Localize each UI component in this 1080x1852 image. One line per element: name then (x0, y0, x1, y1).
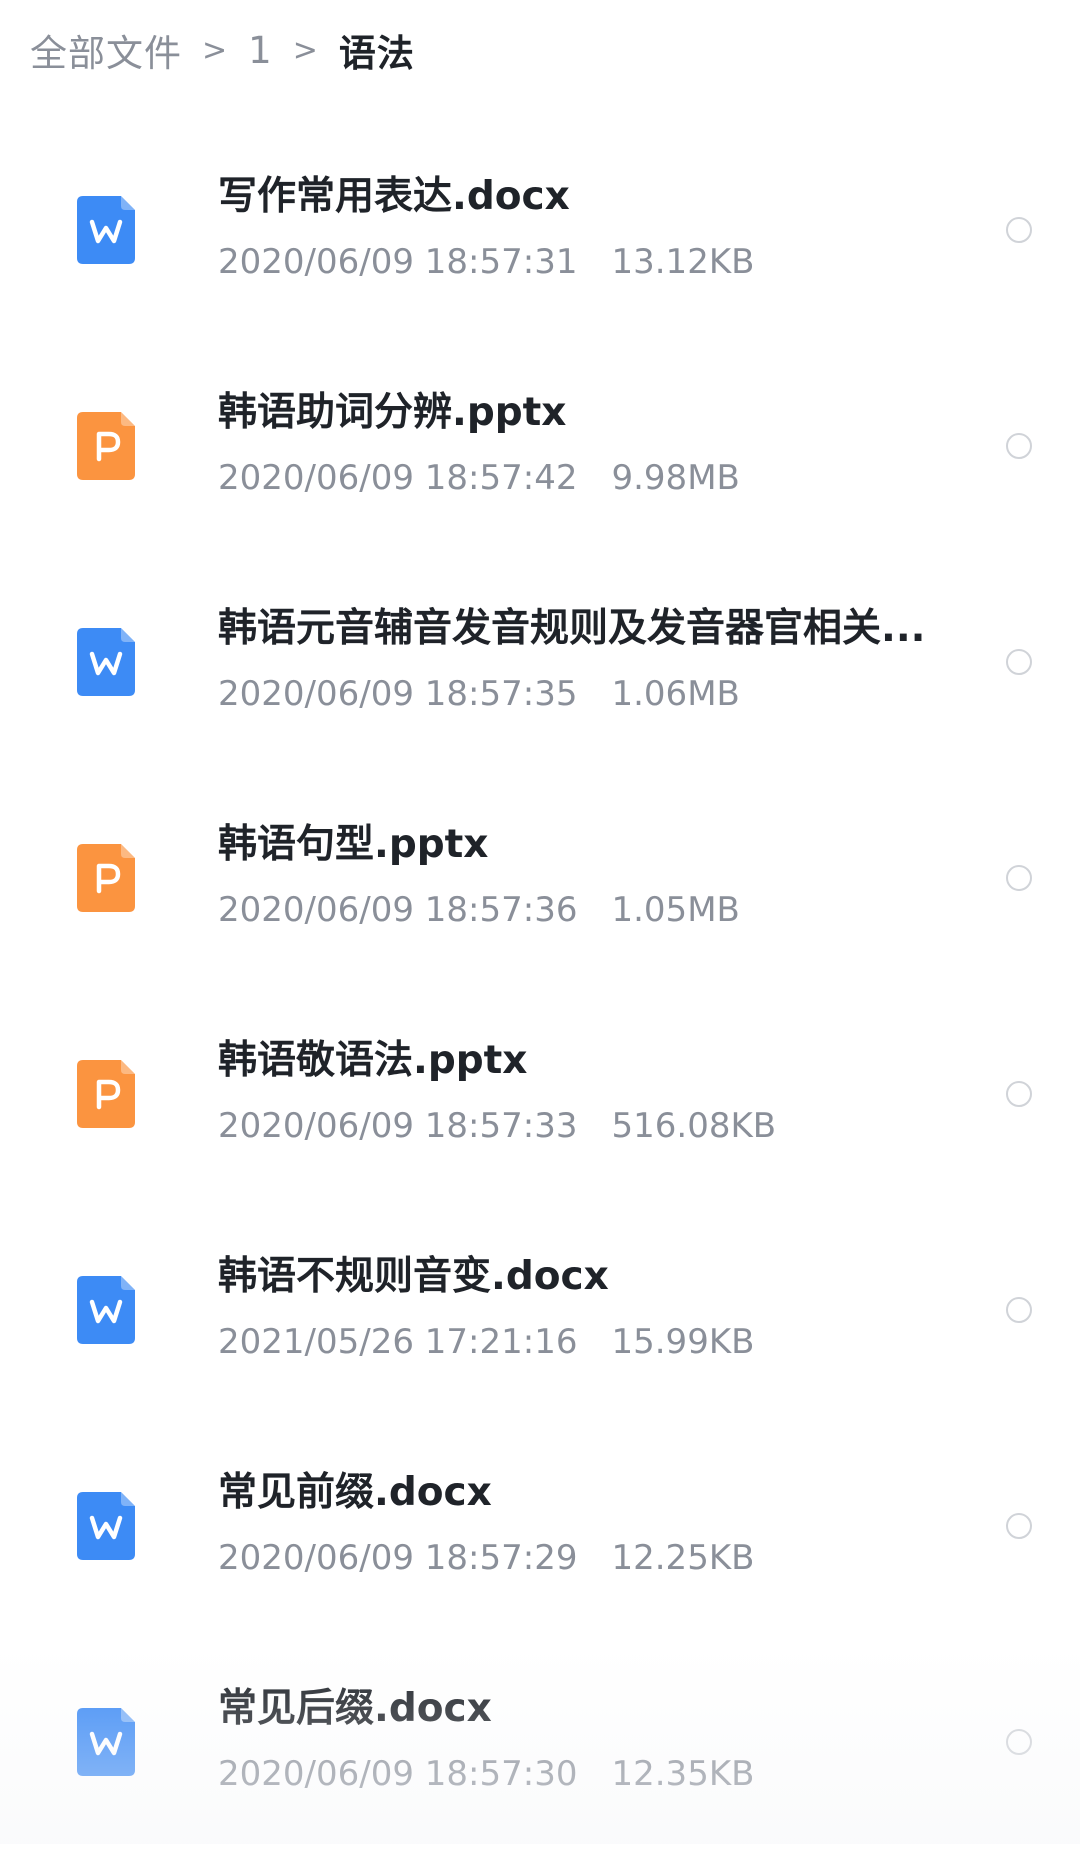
select-radio[interactable] (1006, 433, 1032, 459)
file-size: 516.08KB (611, 1106, 777, 1146)
file-name: 韩语句型.pptx (218, 822, 489, 867)
file-meta: 2020/06/09 18:57:42 9.98MB (218, 454, 740, 502)
file-list: 写作常用表达.docx 2020/06/09 18:57:31 13.12KB 韩语助… (0, 124, 1080, 1852)
select-radio[interactable] (1006, 865, 1032, 891)
powerpoint-icon (77, 1060, 135, 1128)
file-date: 2020/06/09 18:57:42 (218, 458, 578, 498)
breadcrumb-item-all-files[interactable]: 全部文件 (30, 23, 182, 77)
file-date: 2021/05/26 17:21:16 (218, 1322, 578, 1362)
file-meta: 2020/06/09 18:57:30 12.35KB (218, 1750, 754, 1798)
file-date: 2020/06/09 18:57:35 (218, 674, 578, 714)
file-row[interactable]: 写作常用表达.docx 2020/06/09 18:57:31 13.12KB (0, 124, 1080, 340)
file-size: 12.25KB (611, 1538, 755, 1578)
file-meta: 2020/06/09 18:57:35 1.06MB (218, 670, 740, 718)
file-size: 15.99KB (611, 1322, 755, 1362)
file-date: 2020/06/09 18:57:33 (218, 1106, 578, 1146)
file-date: 2020/06/09 18:57:30 (218, 1754, 578, 1794)
file-row[interactable]: 常见前缀.docx 2020/06/09 18:57:29 12.25KB (0, 1420, 1080, 1636)
file-name: 常见前缀.docx (218, 1470, 492, 1515)
file-date: 2020/06/09 18:57:36 (218, 890, 578, 930)
file-row[interactable]: 韩语句型.pptx 2020/06/09 18:57:36 1.05MB (0, 772, 1080, 988)
powerpoint-icon (77, 844, 135, 912)
file-size: 12.35KB (611, 1754, 755, 1794)
file-meta: 2020/06/09 18:57:29 12.25KB (218, 1534, 754, 1582)
select-radio[interactable] (1006, 1081, 1032, 1107)
file-size: 9.98MB (611, 458, 740, 498)
file-meta: 2021/05/26 17:21:16 15.99KB (218, 1318, 754, 1366)
word-doc-icon (77, 196, 135, 264)
file-meta: 2020/06/09 18:57:31 13.12KB (218, 238, 754, 286)
file-meta: 2020/06/09 18:57:33 516.08KB (218, 1102, 776, 1150)
file-name: 写作常用表达.docx (218, 174, 570, 219)
select-radio[interactable] (1006, 1297, 1032, 1323)
file-row[interactable]: 韩语敬语法.pptx 2020/06/09 18:57:33 516.08KB (0, 988, 1080, 1204)
file-row[interactable]: 韩语元音辅音发音规则及发音器官相关... 2020/06/09 18:57:35 1… (0, 556, 1080, 772)
word-doc-icon (77, 628, 135, 696)
breadcrumb-separator: > (202, 32, 229, 68)
breadcrumb-separator: > (292, 32, 319, 68)
file-name: 常见后缀.docx (218, 1686, 492, 1731)
file-date: 2020/06/09 18:57:29 (218, 1538, 578, 1578)
file-name: 韩语不规则音变.docx (218, 1254, 609, 1299)
file-row[interactable]: 韩语不规则音变.docx 2021/05/26 17:21:16 15.99KB (0, 1204, 1080, 1420)
file-size: 1.05MB (611, 890, 740, 930)
file-name: 韩语敬语法.pptx (218, 1038, 528, 1083)
select-radio[interactable] (1006, 649, 1032, 675)
select-radio[interactable] (1006, 217, 1032, 243)
file-row[interactable]: 韩语助词分辨.pptx 2020/06/09 18:57:42 9.98MB (0, 340, 1080, 556)
file-size: 13.12KB (611, 242, 755, 282)
select-radio[interactable] (1006, 1729, 1032, 1755)
file-name: 韩语元音辅音发音规则及发音器官相关... (218, 606, 926, 651)
breadcrumb-item-current: 语法 (338, 32, 415, 75)
word-doc-icon (77, 1708, 135, 1776)
word-doc-icon (77, 1492, 135, 1560)
select-radio[interactable] (1006, 1513, 1032, 1539)
file-meta: 2020/06/09 18:57:36 1.05MB (218, 886, 740, 934)
file-name: 韩语助词分辨.pptx (218, 390, 567, 435)
file-row[interactable]: 常见后缀.docx 2020/06/09 18:57:30 12.35KB (0, 1636, 1080, 1852)
powerpoint-icon (77, 412, 135, 480)
file-date: 2020/06/09 18:57:31 (218, 242, 578, 282)
breadcrumb: 全部文件 > 1 > 语法 (30, 22, 415, 78)
breadcrumb-item-folder-1[interactable]: 1 (248, 29, 273, 72)
word-doc-icon (77, 1276, 135, 1344)
file-size: 1.06MB (611, 674, 740, 714)
